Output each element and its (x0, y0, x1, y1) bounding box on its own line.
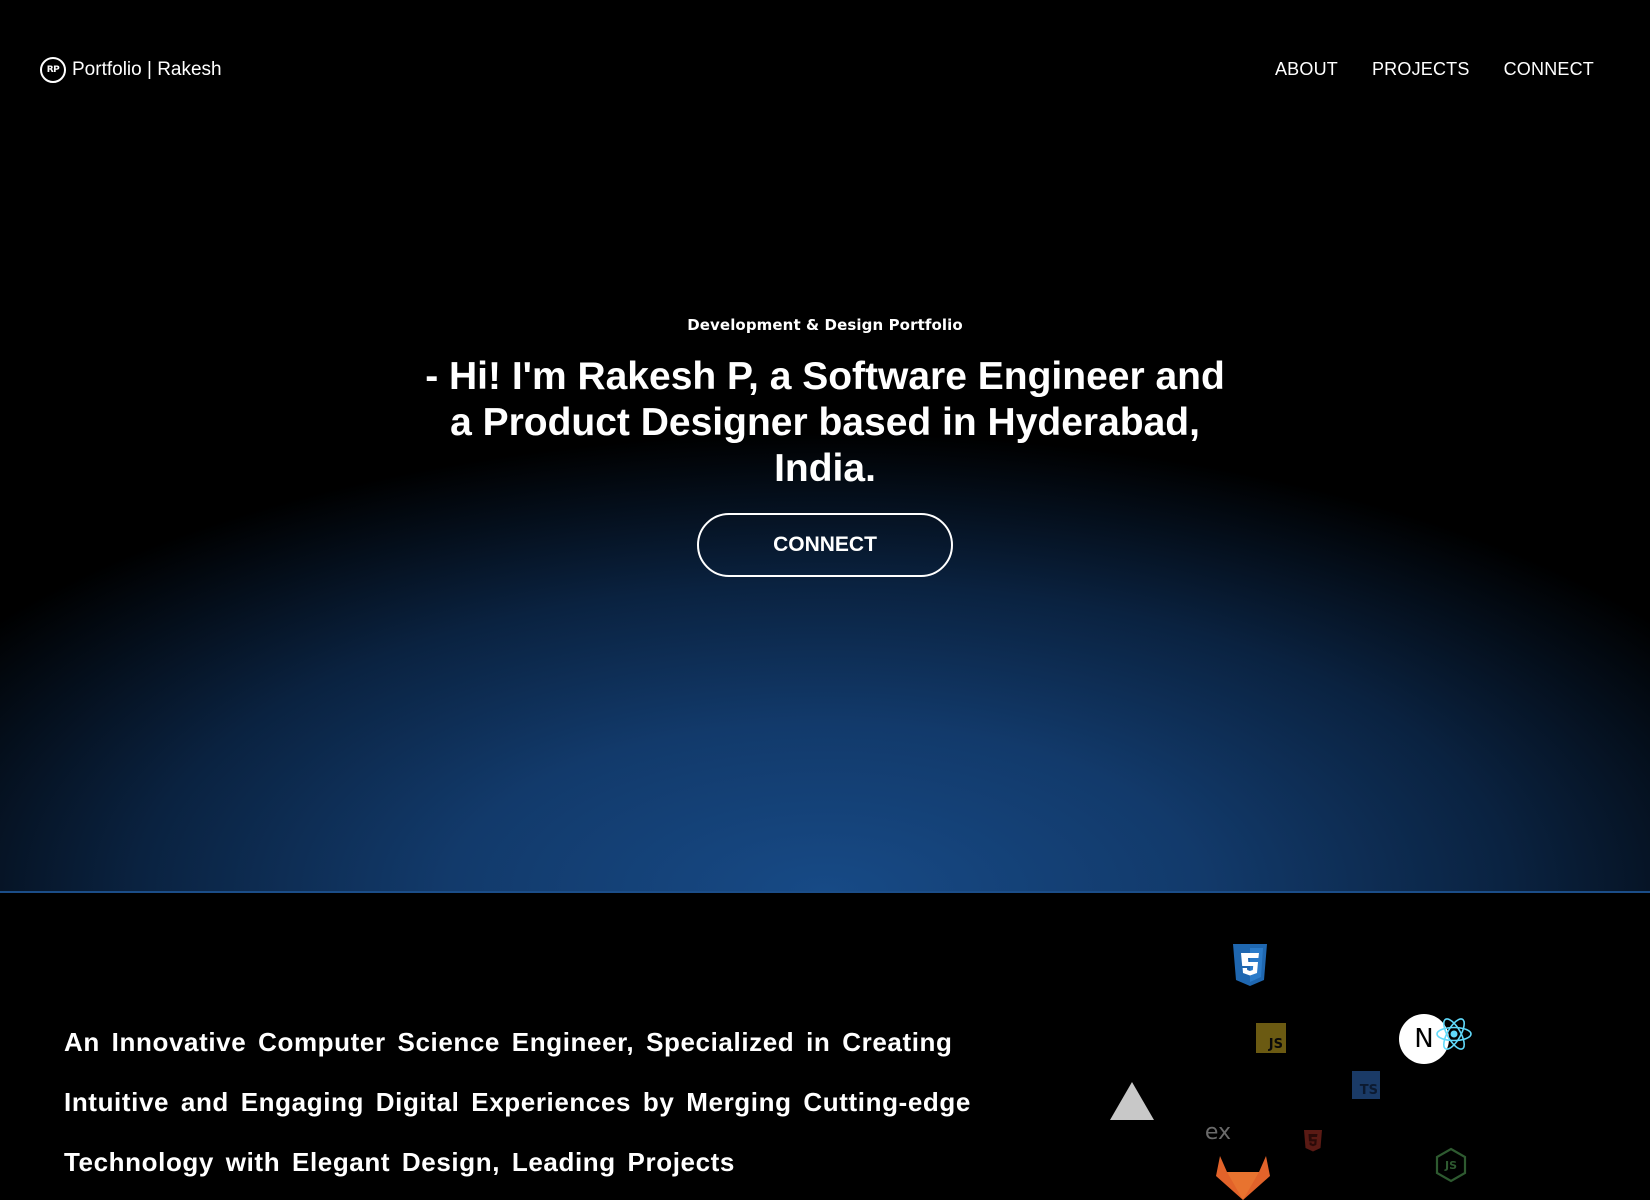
brand-home-link[interactable]: RP Portfolio | Rakesh (40, 56, 222, 84)
react-icon (1434, 1014, 1474, 1054)
typescript-icon: TS (1352, 1071, 1380, 1099)
nav-link-projects[interactable]: PROJECTS (1372, 59, 1470, 80)
connect-button[interactable]: CONNECT (697, 513, 953, 577)
html5-icon (1303, 1129, 1323, 1153)
javascript-icon: JS (1256, 1023, 1286, 1053)
css3-icon (1230, 942, 1270, 988)
brand-logo-icon: RP (40, 57, 66, 83)
vercel-icon (1110, 1082, 1154, 1120)
express-icon: ex (1204, 1119, 1232, 1145)
nav-link-about[interactable]: ABOUT (1275, 59, 1338, 80)
brand-name: Portfolio | Rakesh (72, 59, 222, 80)
nav-link-connect[interactable]: CONNECT (1504, 59, 1594, 80)
intro-text: An Innovative Computer Science Engineer,… (64, 1027, 971, 1177)
gitlab-icon (1216, 1154, 1270, 1200)
hero-eyebrow: Development & Design Portfolio (687, 316, 963, 334)
nodejs-icon: JS (1434, 1147, 1468, 1183)
main-nav: ABOUT PROJECTS CONNECT (1275, 59, 1594, 80)
section-divider (0, 891, 1650, 893)
hero-title: - Hi! I'm Rakesh P, a Software Engineer … (425, 355, 1225, 490)
